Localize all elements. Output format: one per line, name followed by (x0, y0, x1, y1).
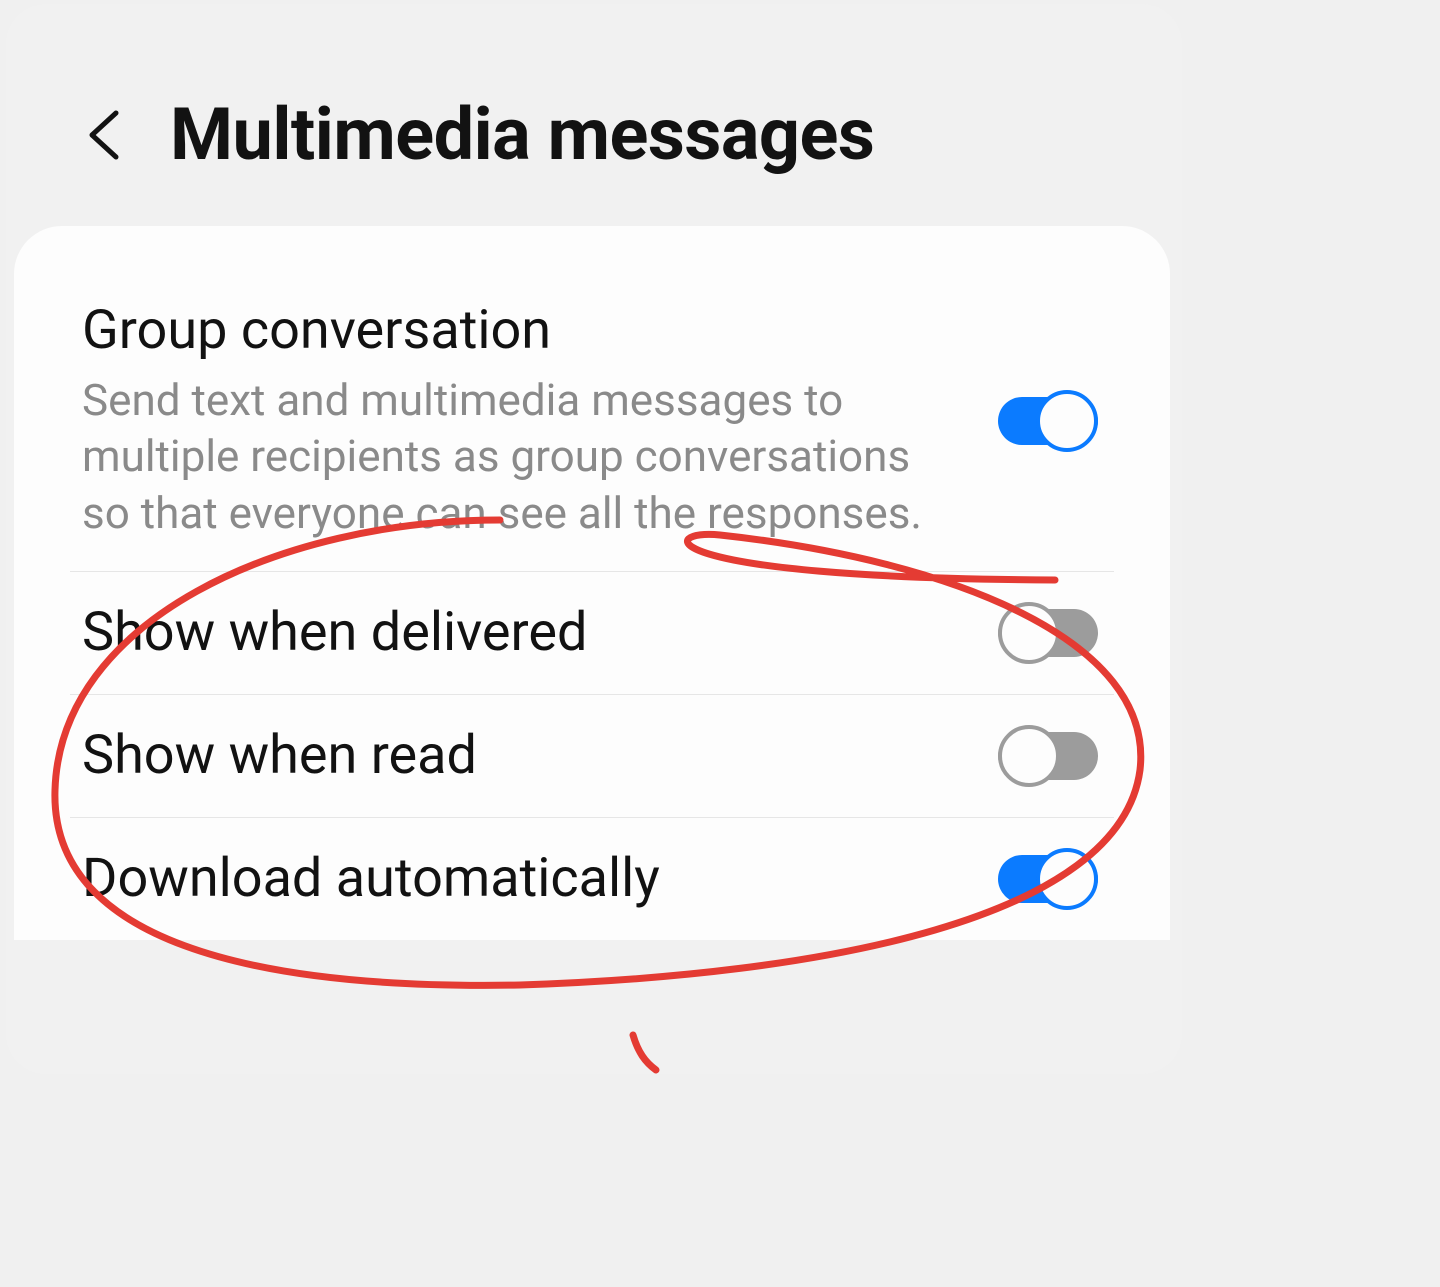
settings-card: Group conversation Send text and multime… (14, 226, 1170, 940)
app-frame: Multimedia messages Group conversation S… (6, 4, 1182, 1074)
toggle-knob (998, 725, 1060, 787)
setting-main: Show when delivered (82, 602, 998, 664)
page-title: Multimedia messages (170, 92, 874, 177)
setting-title: Show when read (82, 725, 958, 787)
setting-title: Download automatically (82, 848, 958, 910)
setting-subtitle: Send text and multimedia messages to mul… (82, 372, 952, 541)
setting-title: Show when delivered (82, 602, 958, 664)
setting-main: Show when read (82, 725, 998, 787)
setting-show-when-read[interactable]: Show when read (14, 695, 1170, 817)
toggle-download-automatically[interactable] (998, 848, 1098, 910)
toggle-show-when-read[interactable] (998, 725, 1098, 787)
toggle-group-conversation[interactable] (998, 390, 1098, 452)
toggle-show-when-delivered[interactable] (998, 602, 1098, 664)
screenshot-root: Multimedia messages Group conversation S… (0, 0, 1440, 1287)
toggle-knob (1036, 390, 1098, 452)
setting-download-automatically[interactable]: Download automatically (14, 818, 1170, 940)
back-chevron-icon[interactable] (78, 107, 134, 163)
toggle-knob (998, 602, 1060, 664)
toggle-knob (1036, 848, 1098, 910)
header: Multimedia messages (6, 4, 1182, 205)
setting-main: Download automatically (82, 848, 998, 910)
setting-show-when-delivered[interactable]: Show when delivered (14, 572, 1170, 694)
setting-group-conversation[interactable]: Group conversation Send text and multime… (14, 270, 1170, 571)
setting-title: Group conversation (82, 300, 958, 362)
setting-main: Group conversation Send text and multime… (82, 300, 998, 541)
